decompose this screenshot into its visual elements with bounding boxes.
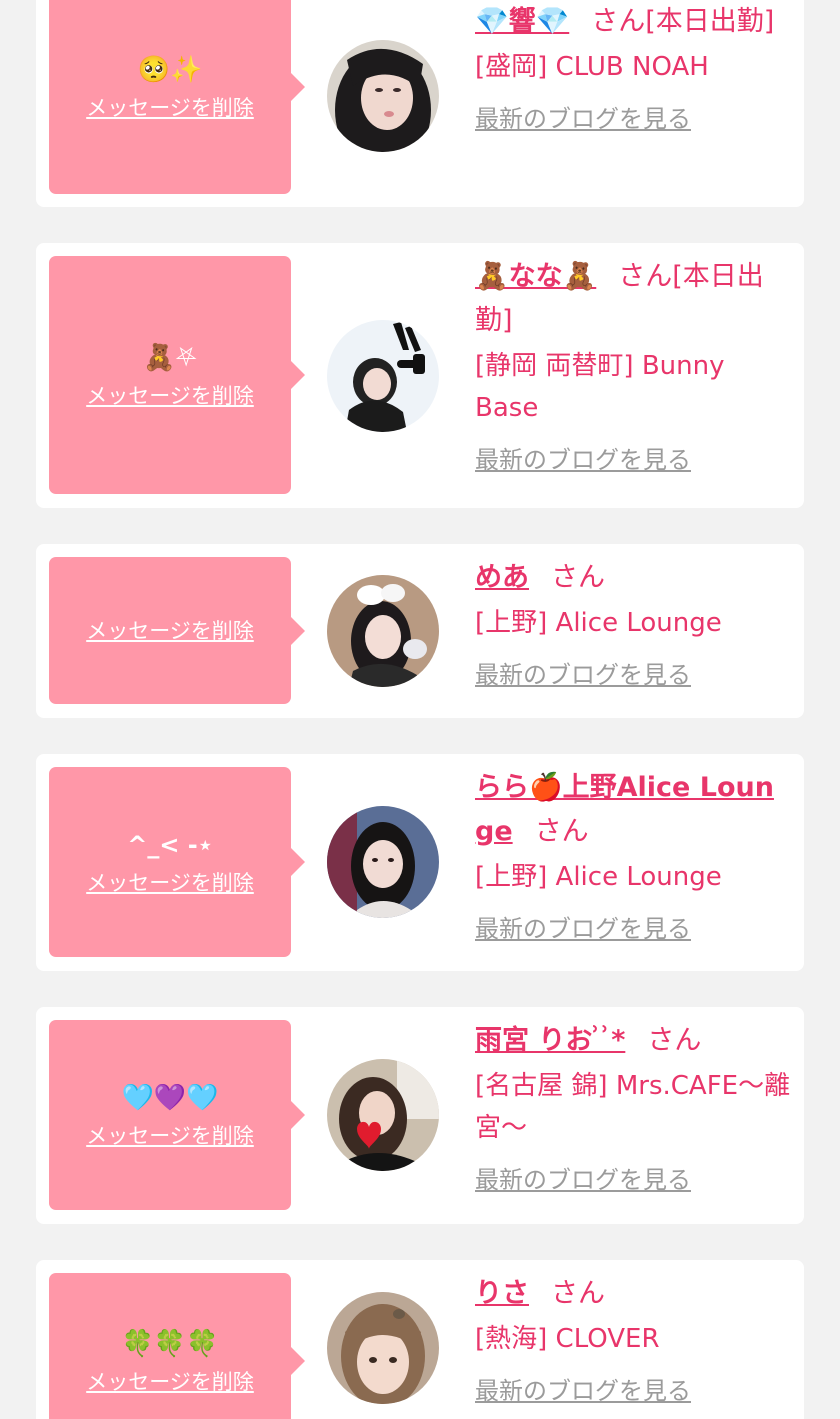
message-list: 🥺✨ メッセージを削除 💎響💎 さん[本日出勤] [盛岡] CLUB NOAH 最… [0, 0, 840, 1419]
card-info: 🧸なな🧸 さん[本日出勤] [静岡 両替町] Bunny Base 最新のブログを… [475, 255, 791, 477]
card-info: めあ さん [上野] Alice Lounge 最新のブログを見る [475, 556, 791, 692]
avatar[interactable] [327, 1059, 439, 1171]
name-line: 🧸なな🧸 さん[本日出勤] [475, 255, 791, 343]
card-info: らら🍎上野Alice Lounge さん [上野] Alice Lounge 最新… [475, 766, 791, 946]
shop-name: [上野] Alice Lounge [475, 862, 722, 892]
avatar[interactable] [327, 575, 439, 687]
avatar[interactable] [327, 806, 439, 918]
delete-message-link[interactable]: メッセージを削除 [86, 1122, 254, 1150]
honorific: さん [591, 6, 646, 37]
delete-message-link[interactable]: メッセージを削除 [86, 617, 254, 645]
name-line: りさ さん [475, 1272, 791, 1316]
honorific: さん [534, 816, 589, 847]
message-bubble: 🩵💜🩵 メッセージを削除 [49, 1020, 305, 1210]
honorific: さん [618, 261, 673, 292]
card-info: 💎響💎 さん[本日出勤] [盛岡] CLUB NOAH 最新のブログを見る [475, 0, 791, 136]
cast-name-link[interactable]: 雨宮 りお ͗ ͗* [475, 1025, 625, 1056]
delete-message-link[interactable]: メッセージを削除 [86, 94, 254, 122]
name-line: めあ さん [475, 556, 791, 600]
cast-name-link[interactable]: 🧸なな🧸 [475, 261, 596, 292]
cast-name-link[interactable]: らら🍎上野Alice Lounge [475, 772, 774, 847]
message-card: メッセージを削除 めあ さん [上野] Alice Lounge 最新のブログを見… [36, 544, 804, 718]
delete-message-link[interactable]: メッセージを削除 [86, 869, 254, 897]
shop-name: [名古屋 錦] Mrs.CAFE〜離宮〜 [475, 1071, 791, 1143]
message-card: 🩵💜🩵 メッセージを削除 雨宮 りお ͗ ͗* さん [名古屋 錦] Mrs.CA… [36, 1007, 804, 1224]
latest-blog-link[interactable]: 最新のブログを見る [475, 443, 791, 477]
message-text: 🥺✨ [137, 55, 203, 85]
card-info: りさ さん [熱海] CLOVER 最新のブログを見る [475, 1272, 791, 1408]
shop-name: [静岡 両替町] Bunny Base [475, 351, 725, 423]
name-line: 💎響💎 さん[本日出勤] [475, 0, 791, 44]
message-bubble: メッセージを削除 [49, 557, 305, 704]
card-info: 雨宮 りお ͗ ͗* さん [名古屋 錦] Mrs.CAFE〜離宮〜 最新のブログ… [475, 1019, 791, 1197]
message-card: 🍀🍀🍀 メッセージを削除 りさ さん [熱海] CLOVER 最新のブログを見る [36, 1260, 804, 1419]
avatar[interactable] [327, 40, 439, 152]
avatar[interactable] [327, 320, 439, 432]
latest-blog-link[interactable]: 最新のブログを見る [475, 102, 791, 136]
message-card: ^_< -⋆ メッセージを削除 らら🍎上野Alice Lounge さん [上野]… [36, 754, 804, 971]
delete-message-link[interactable]: メッセージを削除 [86, 1368, 254, 1396]
message-text: 🧸⛧ [143, 343, 197, 373]
latest-blog-link[interactable]: 最新のブログを見る [475, 1374, 791, 1408]
cast-name-link[interactable]: 💎響💎 [475, 6, 569, 37]
latest-blog-link[interactable]: 最新のブログを見る [475, 1163, 791, 1197]
cast-name-link[interactable]: りさ [475, 1278, 529, 1309]
latest-blog-link[interactable]: 最新のブログを見る [475, 912, 791, 946]
honorific: さん [551, 562, 605, 593]
shop-name: [熱海] CLOVER [475, 1324, 660, 1354]
latest-blog-link[interactable]: 最新のブログを見る [475, 658, 791, 692]
status-text: [本日出勤] [645, 6, 775, 37]
message-text: 🍀🍀🍀 [121, 1328, 219, 1359]
shop-name: [上野] Alice Lounge [475, 608, 722, 638]
avatar[interactable] [327, 1292, 439, 1404]
message-bubble: 🍀🍀🍀 メッセージを削除 [49, 1273, 305, 1419]
honorific: さん [647, 1025, 702, 1056]
message-bubble: 🧸⛧ メッセージを削除 [49, 256, 305, 494]
cast-name-link[interactable]: めあ [475, 562, 529, 593]
name-line: らら🍎上野Alice Lounge さん [475, 766, 791, 854]
message-bubble: ^_< -⋆ メッセージを削除 [49, 767, 305, 957]
honorific: さん [551, 1278, 605, 1309]
shop-name: [盛岡] CLUB NOAH [475, 52, 709, 82]
message-card: 🧸⛧ メッセージを削除 🧸なな🧸 さん[本日出勤] [静岡 両替町] Bunny … [36, 243, 804, 508]
message-bubble: 🥺✨ メッセージを削除 [49, 0, 305, 194]
message-text: 🩵💜🩵 [121, 1083, 219, 1113]
message-card: 🥺✨ メッセージを削除 💎響💎 さん[本日出勤] [盛岡] CLUB NOAH 最… [36, 0, 804, 207]
delete-message-link[interactable]: メッセージを削除 [86, 382, 254, 410]
message-text: ^_< -⋆ [127, 831, 213, 859]
name-line: 雨宮 りお ͗ ͗* さん [475, 1019, 791, 1063]
